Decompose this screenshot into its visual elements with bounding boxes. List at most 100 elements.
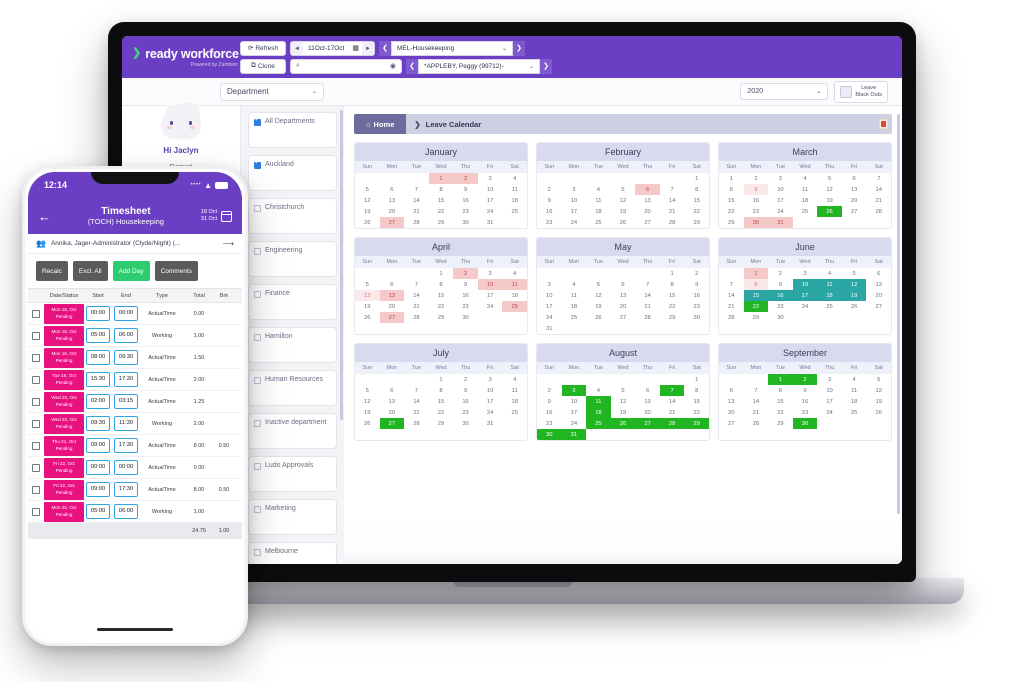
calendar-day[interactable]: 9 <box>453 184 478 195</box>
calendar-day[interactable]: 26 <box>817 206 842 217</box>
table-row[interactable]: Mon 18, Oct Pending 08:00 09:30 ActualTime 1.… <box>28 347 242 369</box>
location-selector[interactable]: ❮ MEL-Housekeeping ⌄ ❯ <box>379 40 525 56</box>
bookmark-icon[interactable] <box>879 119 888 129</box>
calendar-day[interactable]: 4 <box>586 385 611 396</box>
department-item[interactable]: Christchurch <box>248 198 337 234</box>
calendar-day[interactable]: 5 <box>817 173 842 184</box>
calendar-day[interactable]: 3 <box>478 173 503 184</box>
department-item[interactable]: Finance <box>248 284 337 320</box>
department-item[interactable]: Hamilton <box>248 327 337 363</box>
calendar-day[interactable]: 29 <box>719 217 744 228</box>
calendar-day[interactable]: 17 <box>562 206 587 217</box>
arrow-right-icon[interactable]: ⟶ <box>223 239 234 248</box>
calendar-day[interactable]: 24 <box>478 206 503 217</box>
calendar-day[interactable]: 7 <box>404 385 429 396</box>
calendar-day[interactable]: 24 <box>793 301 818 312</box>
calendar-day[interactable]: 11 <box>842 385 867 396</box>
calendar-day[interactable]: 27 <box>379 312 405 323</box>
row-start-time[interactable]: 09:30 <box>86 416 110 431</box>
row-end-time[interactable]: 17:30 <box>114 482 138 497</box>
calendar-day[interactable]: 8 <box>684 385 709 396</box>
calendar-day[interactable]: 15 <box>429 396 454 407</box>
table-row[interactable]: Mon 18, Oct Pending 00:00 00:00 ActualTime 0.… <box>28 303 242 325</box>
calendar-day[interactable]: 15 <box>684 396 709 407</box>
calendar-day[interactable]: 14 <box>404 195 429 206</box>
calendar-day[interactable]: 20 <box>635 206 660 217</box>
calendar-day[interactable]: 23 <box>453 206 478 217</box>
calendar-day[interactable]: 8 <box>429 184 454 195</box>
calendar-day[interactable]: 22 <box>684 407 709 418</box>
calendar-day[interactable]: 18 <box>586 206 611 217</box>
calendar-day[interactable]: 22 <box>743 301 769 312</box>
calendar-day[interactable]: 16 <box>453 290 478 301</box>
calendar-day[interactable]: 24 <box>537 312 562 323</box>
calendar-day[interactable]: 6 <box>866 268 891 279</box>
calendar-day[interactable]: 16 <box>537 407 562 418</box>
calendar-day[interactable]: 28 <box>635 312 660 323</box>
calendar-day[interactable]: 28 <box>866 206 891 217</box>
calendar-day[interactable]: 8 <box>743 279 769 290</box>
row-start-time[interactable]: 02:00 <box>86 394 110 409</box>
calendar-day[interactable]: 21 <box>866 195 891 206</box>
calendar-day[interactable]: 22 <box>768 407 793 418</box>
calendar-day[interactable]: 17 <box>792 290 818 301</box>
calendar-day[interactable]: 31 <box>561 429 587 440</box>
table-row[interactable]: Wed 20, Oct Pending 09:30 11:30 Working 2.00 <box>28 413 242 435</box>
calendar-day[interactable]: 8 <box>660 279 685 290</box>
calendar-day[interactable]: 16 <box>684 290 709 301</box>
calendar-day[interactable]: 2 <box>453 374 478 385</box>
calendar-day[interactable]: 20 <box>635 407 660 418</box>
calendar-day[interactable]: 13 <box>635 195 660 206</box>
phone-button-comments[interactable]: Comments <box>154 261 199 281</box>
calendar-day[interactable]: 10 <box>792 279 818 290</box>
calendar-day[interactable]: 12 <box>355 396 380 407</box>
calendar-day[interactable]: 17 <box>768 195 793 206</box>
calendar-day[interactable]: 1 <box>719 173 744 184</box>
calendar-day[interactable]: 7 <box>635 279 660 290</box>
calendar-day[interactable]: 4 <box>793 173 818 184</box>
row-end-time[interactable]: 09:30 <box>114 350 138 365</box>
calendar-day[interactable]: 2 <box>453 173 478 184</box>
department-item[interactable]: Human Resources <box>248 370 337 406</box>
date-range-picker[interactable]: ◄ 11Oct-17Oct ▦ ► <box>290 40 375 56</box>
table-row[interactable]: Thu 21, Oct Pending 09:00 17:30 ActualTime 8.… <box>28 435 242 457</box>
calendar-day[interactable]: 15 <box>743 290 769 301</box>
row-start-time[interactable]: 00:00 <box>86 460 110 475</box>
calendar-day[interactable]: 10 <box>477 279 503 290</box>
calendar-day[interactable]: 6 <box>611 279 636 290</box>
calendar-day[interactable]: 2 <box>537 385 562 396</box>
calendar-day[interactable]: 26 <box>586 312 611 323</box>
calendar-day[interactable]: 1 <box>429 268 454 279</box>
employee-row[interactable]: 👥 Annika, Jager-Administrator (Clyde/Nig… <box>28 234 242 254</box>
row-end-time[interactable]: 17:30 <box>114 372 138 387</box>
row-checkbox[interactable] <box>32 419 40 428</box>
calendar-day[interactable]: 6 <box>635 184 660 195</box>
calendar-day[interactable]: 30 <box>453 217 478 228</box>
calendar-day[interactable]: 26 <box>842 301 867 312</box>
calendar-day[interactable]: 24 <box>562 418 587 429</box>
employee-selector[interactable]: ❮ *APPLEBY, Peggy (99712)- ⌄ ❯ <box>406 58 552 74</box>
calendar-day[interactable]: 2 <box>744 173 769 184</box>
calendar-day[interactable]: 5 <box>355 279 380 290</box>
calendar-day[interactable]: 15 <box>719 195 744 206</box>
date-prev-button[interactable]: ◄ <box>291 41 303 55</box>
row-checkbox[interactable] <box>32 463 40 472</box>
calendar-day[interactable]: 7 <box>659 385 685 396</box>
calendar-day[interactable]: 16 <box>744 195 769 206</box>
calendar-day[interactable]: 3 <box>537 279 562 290</box>
calendar-day[interactable]: 13 <box>866 279 891 290</box>
calendar-day[interactable]: 10 <box>817 385 842 396</box>
calendar-day[interactable]: 25 <box>502 206 527 217</box>
calendar-day[interactable]: 16 <box>768 290 793 301</box>
calendar-day[interactable]: 6 <box>635 385 660 396</box>
calendar-day[interactable]: 5 <box>355 184 380 195</box>
calendar-day[interactable]: 29 <box>429 217 454 228</box>
calendar-day[interactable]: 23 <box>537 418 562 429</box>
calendar-day[interactable]: 14 <box>719 290 744 301</box>
calendar-day[interactable]: 13 <box>380 195 405 206</box>
department-list[interactable]: All Departments Auckland Christchurch Engin… <box>240 106 344 564</box>
calendar-day[interactable]: 7 <box>719 279 744 290</box>
table-row[interactable]: Mon 25, Oct Pending 05:00 06:00 Working 1.00 <box>28 501 242 523</box>
calendar-day[interactable]: 5 <box>611 385 636 396</box>
calendar-day[interactable]: 23 <box>744 206 769 217</box>
